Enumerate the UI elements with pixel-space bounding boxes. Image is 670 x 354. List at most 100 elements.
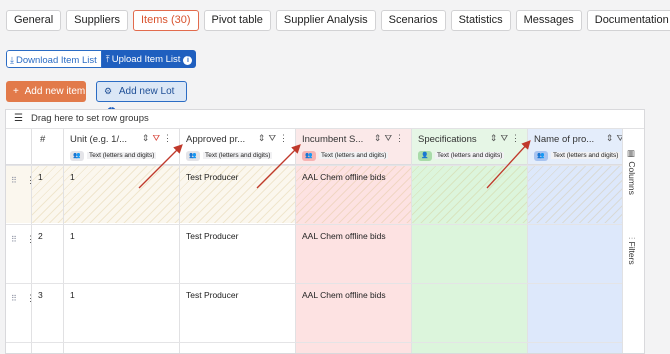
person-icon: 👤 (418, 150, 432, 161)
sort-icon[interactable]: ⇕ (606, 133, 617, 143)
tab-scenarios[interactable]: Scenarios (380, 10, 446, 31)
cell-text: 2 (38, 231, 43, 241)
upload-label: Upload Item List (111, 54, 181, 65)
item-list-button-group: ⤓ Download Item List ⤒ Upload Item List i (6, 50, 197, 68)
row-divider (6, 342, 644, 343)
cell-text: Test Producer (186, 231, 239, 241)
header-title: Approved pr... (186, 134, 246, 145)
tab-items[interactable]: Items (30) (133, 10, 199, 31)
cell-specifications[interactable] (412, 165, 527, 223)
cell-text: AAL Chem offline bids (302, 290, 386, 300)
cell-approved[interactable]: Test Producer (180, 283, 295, 341)
sort-icon[interactable]: ⇕ (258, 133, 269, 143)
people-icon: 👥 (70, 150, 84, 161)
sort-icon[interactable]: ⇕ (490, 133, 501, 143)
cell-text: 1 (70, 290, 75, 300)
header-title: # (40, 134, 46, 145)
cell-unit[interactable]: 1 (64, 165, 179, 223)
row-group-drop-zone[interactable]: ☰ Drag here to set row groups (6, 110, 644, 129)
cell-incumbent[interactable]: AAL Chem offline bids (296, 224, 411, 282)
cell-text: Test Producer (186, 290, 239, 300)
tab-pivot-table[interactable]: Pivot table (203, 10, 271, 31)
add-new-item-button[interactable]: + Add new item (6, 81, 86, 102)
header-row-number[interactable]: # (32, 129, 63, 165)
row-divider (6, 283, 644, 284)
row-divider (6, 165, 644, 166)
cell-num[interactable]: 1 (32, 165, 63, 223)
row-divider (6, 224, 644, 225)
tab-general[interactable]: General (6, 10, 62, 31)
cell-approved[interactable]: Test Producer (180, 224, 295, 282)
type-badge-text: Text (letters and digits) (319, 152, 389, 159)
cell-text: 1 (70, 172, 75, 182)
cell-unit[interactable]: 1 (64, 224, 179, 282)
upload-item-list-button[interactable]: ⤒ Upload Item List i (101, 50, 197, 68)
tab-supplier-analysis[interactable]: Supplier Analysis (275, 10, 376, 31)
column-row-number: # 1 2 3 (32, 129, 64, 353)
columns-side-tab[interactable]: ▥ Columns (627, 149, 637, 195)
sort-icon[interactable]: ⇕ (374, 133, 385, 143)
drag-handle-icon[interactable]: ⠿ (11, 176, 17, 185)
type-badge: 👤 Text (letters and digits) (418, 150, 505, 161)
row-1-actions (6, 165, 31, 223)
items-grid: ☰ Drag here to set row groups ⠿ ⋮ ⠿ ⋮ ⠿ ⋮… (5, 109, 645, 354)
people-icon: 👥 (534, 150, 548, 161)
cell-approved[interactable]: Test Producer (180, 165, 295, 223)
column-specifications: Specifications ⇕⛛⋮ 👤 Text (letters and di… (412, 129, 528, 353)
filter-icon[interactable]: ⛛ (268, 133, 279, 143)
cell-text: 1 (70, 231, 75, 241)
add-new-lot-button[interactable]: ⚙ Add new Lot i (96, 81, 187, 116)
header-controls[interactable]: ⇕⛛⋮ (142, 133, 175, 144)
row-groups-icon: ☰ (14, 113, 23, 124)
info-icon[interactable]: i (183, 56, 193, 65)
sort-icon[interactable]: ⇕ (142, 133, 153, 143)
filter-icon[interactable]: ⛛ (500, 133, 511, 143)
type-badge: 👥 Text (letters and digits) (302, 150, 389, 161)
download-item-list-button[interactable]: ⤓ Download Item List (6, 50, 102, 68)
column-menu-icon[interactable]: ⋮ (163, 133, 175, 143)
cell-incumbent[interactable]: AAL Chem offline bids (296, 283, 411, 341)
tab-documentation[interactable]: Documentation (586, 10, 670, 31)
type-badge-text: Text (letters and digits) (435, 152, 505, 159)
header-title: Incumbent S... (302, 134, 364, 145)
column-menu-icon[interactable]: ⋮ (279, 133, 291, 143)
header-incumbent[interactable]: Incumbent S... ⇕⛛⋮ 👥 Text (letters and di… (296, 129, 411, 165)
row-actions-column: ⠿ ⋮ ⠿ ⋮ ⠿ ⋮ (6, 129, 35, 353)
cell-specifications[interactable] (412, 224, 527, 282)
type-badge-text: Text (letters and digits) (87, 152, 157, 159)
tab-suppliers[interactable]: Suppliers (66, 10, 128, 31)
drag-handle-icon[interactable]: ⠿ (11, 294, 17, 303)
cell-num[interactable]: 3 (32, 283, 63, 341)
filter-icon[interactable]: ⛛ (152, 133, 163, 143)
column-menu-icon[interactable]: ⋮ (395, 133, 407, 143)
type-badge: 👥 Text (letters and digits) (70, 150, 157, 161)
download-icon: ⤓ (10, 55, 14, 65)
add-new-item-label: Add new item (24, 86, 86, 97)
filters-side-tab[interactable]: ⫶ Filters (627, 237, 637, 265)
row-group-label: Drag here to set row groups (30, 113, 149, 124)
header-unit[interactable]: Unit (e.g. 1/... ⇕⛛⋮ 👥 Text (letters and … (64, 129, 179, 165)
cell-unit[interactable]: 1 (64, 283, 179, 341)
drag-handle-icon[interactable]: ⠿ (11, 235, 17, 244)
people-icon: 👥 (302, 150, 316, 161)
cell-incumbent[interactable]: AAL Chem offline bids (296, 165, 411, 223)
header-approved[interactable]: Approved pr... ⇕⛛⋮ 👥 Text (letters and di… (180, 129, 295, 165)
cell-specifications[interactable] (412, 283, 527, 341)
lot-gear-icon: ⚙ (104, 86, 113, 96)
cell-text: Test Producer (186, 172, 239, 182)
row-actions-header (6, 129, 31, 165)
cell-num[interactable]: 2 (32, 224, 63, 282)
tab-messages[interactable]: Messages (515, 10, 582, 31)
people-icon: 👥 (186, 150, 200, 161)
filter-icon[interactable]: ⛛ (384, 133, 395, 143)
column-menu-icon[interactable]: ⋮ (511, 133, 523, 143)
header-controls[interactable]: ⇕⛛⋮ (258, 133, 291, 144)
upload-icon: ⤒ (105, 54, 110, 64)
type-badge: 👥 Text (letters and digits) (534, 150, 621, 161)
filters-tab-label: Filters (627, 241, 637, 265)
tab-statistics[interactable]: Statistics (450, 10, 511, 31)
column-approved: Approved pr... ⇕⛛⋮ 👥 Text (letters and di… (180, 129, 296, 353)
header-controls[interactable]: ⇕⛛⋮ (374, 133, 407, 144)
header-specifications[interactable]: Specifications ⇕⛛⋮ 👤 Text (letters and di… (412, 129, 527, 165)
header-controls[interactable]: ⇕⛛⋮ (490, 133, 523, 144)
